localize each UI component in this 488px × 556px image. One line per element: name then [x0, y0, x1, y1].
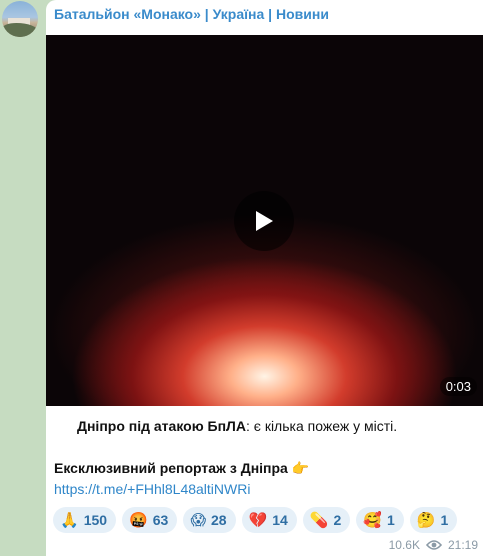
play-button[interactable] — [234, 191, 294, 251]
reaction-emoji: 🤔 — [416, 511, 436, 529]
message-bubble: Батальйон «Монако» | Україна | Новини 0:… — [46, 0, 488, 556]
reaction-count: 14 — [272, 512, 288, 528]
reaction-pray[interactable]: 🙏 150 — [53, 507, 117, 533]
reaction-emoji: 🙏 — [60, 511, 79, 529]
message-meta: 10.6K 21:19 — [389, 538, 478, 552]
channel-name[interactable]: Батальйон «Монако» | Україна | Новини — [54, 6, 329, 22]
reaction-emoji: 💊 — [309, 511, 329, 529]
reaction-count: 1 — [386, 512, 395, 528]
video-player[interactable]: 0:03 — [46, 35, 483, 406]
message-regular: : є кілька пожеж у місті. — [246, 418, 398, 434]
message-link[interactable]: https://t.me/+FHhl8L48altiNWRi — [54, 481, 250, 497]
reaction-scream[interactable]: 😱 28 — [183, 507, 236, 533]
message-exclusive: Ексклюзивний репортаж з Дніпра 👉 — [54, 460, 310, 476]
reaction-angry[interactable]: 🤬 63 — [122, 507, 178, 533]
message-time: 21:19 — [447, 538, 478, 552]
eye-icon — [425, 540, 442, 550]
reaction-count: 63 — [152, 512, 169, 528]
reaction-pill[interactable]: 💊 2 — [302, 507, 351, 533]
reaction-count: 150 — [83, 512, 108, 528]
channel-avatar[interactable] — [2, 1, 38, 37]
reaction-emoji: 🥰 — [363, 511, 382, 529]
reaction-emoji: 😱 — [190, 511, 206, 529]
play-icon — [256, 211, 273, 231]
reactions-bar: 🙏 150 🤬 63 😱 28 💔 14 💊 2 🥰 1 🤔 1 — [53, 507, 458, 533]
reaction-count: 28 — [210, 512, 227, 528]
avatar-hills — [2, 23, 38, 37]
reaction-emoji: 💔 — [248, 511, 268, 529]
message-line-1: Дніпро під атакою БпЛА: є кілька пожеж у… — [77, 418, 397, 434]
reaction-thinking[interactable]: 🤔 1 — [409, 507, 458, 533]
message-bold: Дніпро під атакою БпЛА — [77, 418, 246, 434]
reaction-love[interactable]: 🥰 1 — [356, 507, 404, 533]
reaction-count: 2 — [333, 512, 342, 528]
view-count: 10.6K — [388, 538, 420, 552]
reaction-broken-heart[interactable]: 💔 14 — [241, 507, 297, 533]
reaction-emoji: 🤬 — [129, 511, 148, 529]
video-duration: 0:03 — [439, 377, 477, 396]
reaction-count: 1 — [440, 512, 449, 528]
